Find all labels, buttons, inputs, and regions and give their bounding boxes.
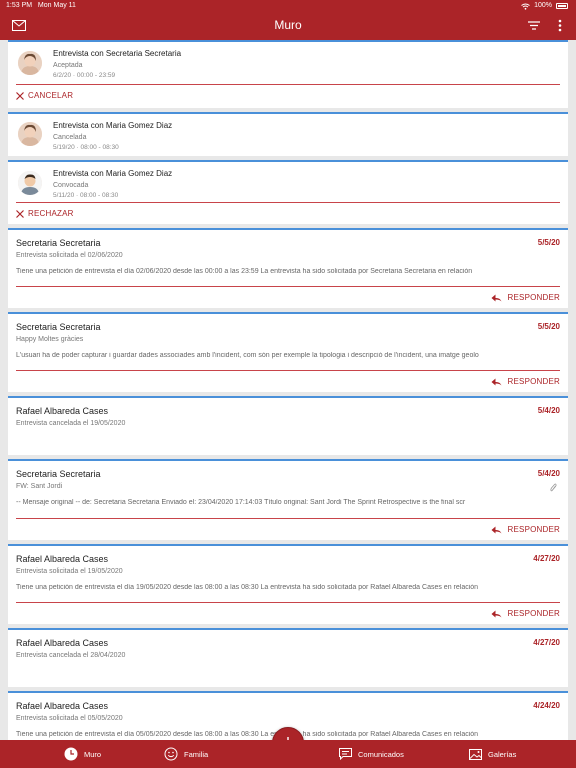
message-card[interactable]: Rafael Albareda Cases 5/4/20 Entrevista … [8,396,568,455]
reply-label: RESPONDER [507,293,560,302]
message-date: 5/4/20 [537,406,560,415]
message-subject: Entrevista cancelada el 19/05/2020 [16,420,126,427]
message-date: 5/5/20 [537,238,560,247]
tab-label: Familia [184,749,209,759]
message-sender: Rafael Albareda Cases [16,701,109,711]
cancel-button[interactable]: CANCELAR [16,91,73,100]
status-time: 1:53 PM [6,2,33,9]
reply-icon [491,294,502,301]
message-date: 5/4/20 [537,469,560,478]
meeting-time: 5/11/20 · 08:00 - 08:30 [53,192,119,199]
reply-icon [491,610,502,617]
divider [16,202,560,203]
meeting-time: 6/2/20 · 00:00 - 23:59 [53,72,116,79]
message-sender: Rafael Albareda Cases [16,554,109,564]
meeting-card[interactable]: Entrevista con Secretaria Secretaria Ace… [8,40,568,108]
status-date: Mon May 11 [37,2,76,9]
message-subject: Happy Moltes gràcies [16,336,84,343]
reply-icon [491,378,502,385]
message-sender: Secretaria Secretaria [16,469,101,479]
avatar [18,51,42,75]
divider [16,370,560,371]
message-preview: Tiene una petición de entrevista el día … [16,584,479,591]
battery-icon [556,3,568,9]
wifi-icon [521,3,530,10]
filter-icon[interactable] [528,21,540,30]
message-preview: L'usuari ha de poder capturar i guardar … [16,352,479,359]
meeting-time: 5/19/20 · 08:00 - 08:30 [53,144,119,151]
reply-button[interactable]: RESPONDER [491,525,560,534]
smiley-icon [164,747,178,761]
message-card[interactable]: Secretaria Secretaria 5/5/20 Entrevista … [8,228,568,308]
reply-icon [491,526,502,533]
meeting-card[interactable]: Entrevista con Maria Gomez Diaz Cancelad… [8,112,568,156]
message-subject: Entrevista solicitada el 02/06/2020 [16,252,123,259]
message-preview: Tiene una petición de entrevista el día … [16,268,473,275]
reply-button[interactable]: RESPONDER [491,609,560,618]
gallery-icon [468,747,482,761]
meeting-status: Aceptada [53,62,83,69]
reply-button[interactable]: RESPONDER [491,377,560,386]
wall-feed[interactable]: Entrevista con Secretaria Secretaria Ace… [8,40,568,740]
message-sender: Rafael Albareda Cases [16,638,109,648]
more-vertical-icon[interactable] [558,19,562,32]
reject-label: RECHAZAR [28,209,74,218]
message-sender: Secretaria Secretaria [16,238,101,248]
avatar [18,171,42,195]
tab-familia[interactable]: Familia [164,740,208,768]
tab-galerias[interactable]: Galerías [468,740,516,768]
divider [16,602,560,603]
tab-label: Comunicados [358,749,404,759]
divider [16,84,560,85]
reply-button[interactable]: RESPONDER [491,293,560,302]
tab-label: Galerías [488,749,517,759]
attachment-icon [550,483,557,492]
message-preview: -- Mensaje original -- de: Secretaria Se… [16,499,466,506]
message-subject: Entrevista solicitada el 19/05/2020 [16,568,123,575]
clock-icon [64,747,78,761]
divider [16,286,560,287]
reply-label: RESPONDER [507,377,560,386]
tab-muro[interactable]: Muro [64,740,101,768]
meeting-title: Entrevista con Maria Gomez Diaz [53,169,173,178]
message-subject: Entrevista solicitada el 05/05/2020 [16,715,123,722]
reply-label: RESPONDER [507,525,560,534]
reply-label: RESPONDER [507,609,560,618]
meeting-title: Entrevista con Maria Gomez Diaz [53,121,173,130]
close-icon [16,91,24,100]
chat-icon [338,747,352,761]
meeting-title: Entrevista con Secretaria Secretaria [53,49,182,58]
message-card[interactable]: Secretaria Secretaria 5/5/20 Happy Molte… [8,312,568,392]
message-card[interactable]: Rafael Albareda Cases 4/27/20 Entrevista… [8,544,568,624]
tab-bar: Muro Familia Comunicados Galerías [0,740,576,768]
navbar: Muro [0,12,576,40]
meeting-status: Convocada [53,182,89,189]
message-card[interactable]: Secretaria Secretaria 5/4/20 FW: Sant Jo… [8,459,568,540]
message-subject: FW: Sant Jordi [16,483,63,490]
page-title: Muro [274,18,302,32]
tab-comunicados[interactable]: Comunicados [338,740,404,768]
message-date: 4/27/20 [533,638,560,647]
meeting-status: Cancelada [53,134,87,141]
meeting-card[interactable]: Entrevista con Maria Gomez Diaz Convocad… [8,160,568,224]
battery-percent: 100% [534,2,552,9]
avatar [18,122,42,146]
message-date: 5/5/20 [537,322,560,331]
cancel-label: CANCELAR [28,91,74,100]
message-date: 4/27/20 [533,554,560,563]
message-card[interactable]: Rafael Albareda Cases 4/27/20 Entrevista… [8,628,568,687]
tab-label: Muro [84,749,102,759]
message-subject: Entrevista cancelada el 28/04/2020 [16,652,126,659]
divider [16,518,560,519]
reject-button[interactable]: RECHAZAR [16,209,74,218]
close-icon [16,209,24,218]
message-sender: Secretaria Secretaria [16,322,101,332]
message-sender: Rafael Albareda Cases [16,406,109,416]
message-date: 4/24/20 [533,701,560,710]
status-bar: 1:53 PM Mon May 11 100% [0,0,576,12]
